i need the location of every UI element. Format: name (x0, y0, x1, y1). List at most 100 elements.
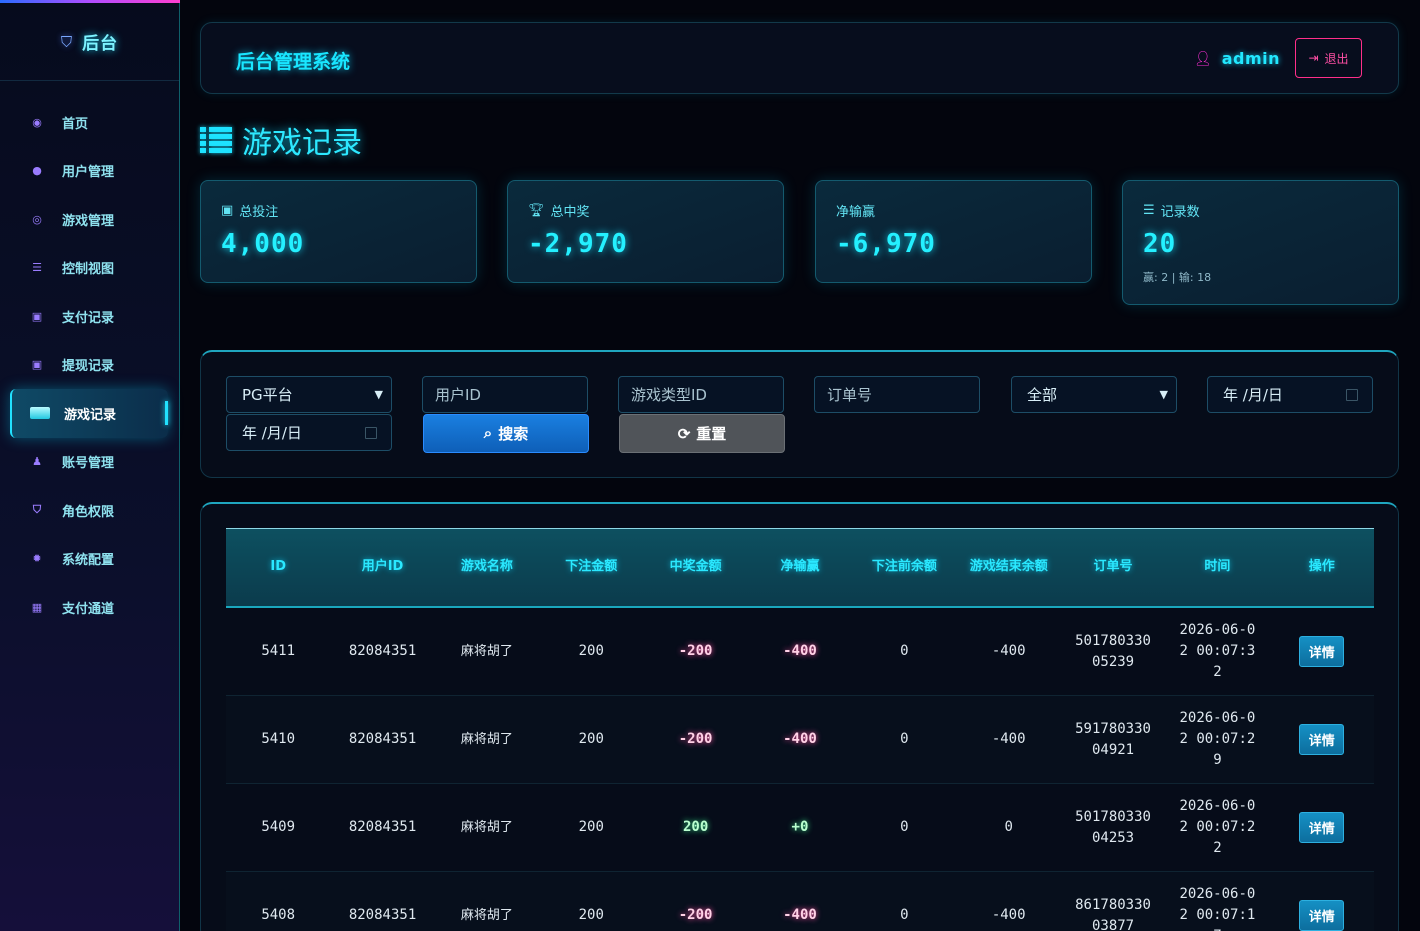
stat-win-loss: 赢: 2 | 输: 18 (1143, 271, 1212, 284)
table-row: 5410 82084351 麻将胡了 200 -200 -400 0 -400 … (226, 696, 1374, 784)
calendar-icon[interactable] (365, 427, 377, 439)
shield-icon: ⛉ (60, 32, 73, 51)
column-header: 游戏结束余额 (969, 559, 1048, 575)
stat-card-total-bet: ▣ 总投注 4,000 (200, 180, 477, 283)
sidebar-item-control[interactable]: ☰ 控制视图 (0, 244, 179, 293)
sidebar-item-games[interactable]: ◎ 游戏管理 (0, 195, 179, 244)
sidebar-item-roles[interactable]: ⛉ 角色权限 (0, 486, 179, 535)
cell-order: 59178033004921 (1061, 696, 1165, 783)
shield-icon: ⛉ (32, 503, 42, 517)
status-select[interactable]: 全部 ▼ (1011, 376, 1177, 413)
game-type-input[interactable]: 游戏类型ID (618, 376, 784, 413)
gamepad-icon: ◎ (32, 212, 42, 226)
money-icon: ▣ (221, 203, 234, 218)
cell-user-id: 82084351 (330, 872, 434, 931)
cell-user-id-text: 82084351 (348, 731, 417, 747)
sidebar-item-pay-channels[interactable]: ▦ 支付通道 (0, 583, 179, 632)
stat-card-net: 净输赢 -6,970 (815, 180, 1092, 283)
sidebar-item-label: 用户管理 (62, 165, 115, 181)
cell-net: +0 (791, 819, 809, 835)
stat-label: 净输赢 (836, 201, 875, 220)
users-icon: ● (32, 164, 42, 178)
sidebar-item-label: 支付记录 (62, 310, 115, 326)
calendar-icon[interactable] (1346, 389, 1358, 401)
cell-id: 5409 (261, 819, 296, 835)
sidebar-item-withdrawals[interactable]: ▣ 提现记录 (0, 341, 179, 390)
gear-icon: ✹ (32, 552, 42, 566)
cell-before: 0 (900, 643, 909, 659)
column-header: 时间 (1204, 559, 1231, 575)
user-name: admin (1221, 49, 1280, 68)
cell-order-text: 59178033004921 (1075, 720, 1151, 758)
table-row: 5408 82084351 麻将胡了 200 -200 -400 0 -400 … (226, 872, 1374, 931)
platform-select[interactable]: PG平台 ▼ (226, 376, 392, 413)
column-header: 下注前余额 (871, 559, 937, 575)
chevron-down-icon: ▼ (1159, 388, 1168, 401)
cell-bet: 200 (578, 907, 604, 923)
reset-button[interactable]: ⟳ 重置 (619, 414, 785, 453)
sidebar-item-game-records[interactable]: 游戏记录 (10, 389, 168, 438)
search-button[interactable]: ⌕ 搜索 (423, 414, 589, 453)
status-select-value: 全部 (1027, 386, 1058, 404)
sidebar-item-label: 系统配置 (62, 553, 115, 569)
brand[interactable]: ⛉ 后台 (0, 3, 179, 81)
cell-user-id: 82084351 (330, 696, 434, 783)
user-info: 👤︎ admin (1194, 49, 1280, 68)
column-header: 操作 (1308, 559, 1335, 575)
cell-after: -400 (991, 907, 1026, 923)
cell-game: 麻将胡了 (460, 819, 513, 835)
stat-label: ☰ 记录数 (1143, 201, 1200, 220)
cell-user-id-text: 82084351 (348, 643, 417, 659)
sidebar-item-payments[interactable]: ▣ 支付记录 (0, 292, 179, 341)
cell-order-text: 50178033004253 (1075, 808, 1151, 846)
stat-card-total-win: 🏆︎ 总中奖 -2,970 (507, 180, 784, 283)
column-header: 游戏名称 (460, 559, 513, 575)
date-start-input[interactable]: 年 /月/日 (1207, 376, 1373, 413)
detail-button[interactable]: 详情 (1299, 900, 1345, 931)
detail-button[interactable]: 详情 (1299, 812, 1345, 843)
money-icon: ▣ (31, 358, 43, 372)
column-header: 中奖金额 (669, 559, 722, 575)
column-header: ID (270, 559, 286, 575)
cell-order: 50178033005239 (1061, 608, 1165, 695)
list-icon (200, 127, 232, 153)
sidebar-item-label: 游戏记录 (64, 407, 117, 423)
cell-before: 0 (900, 907, 909, 923)
cell-user-id-text: 82084351 (348, 907, 417, 923)
sidebar-item-label: 提现记录 (62, 359, 115, 375)
cell-net: -400 (783, 643, 817, 659)
sidebar: ⛉ 后台 ◉ 首页 ● 用户管理 ◎ 游戏管理 ☰ 控制视图 ▣ 支付记录 ▣ … (0, 0, 180, 931)
list-icon (30, 407, 50, 420)
cell-before: 0 (900, 731, 909, 747)
date-end-input[interactable]: 年 /月/日 (226, 414, 392, 451)
cell-time-text: 2026-06-02 00:07:17 (1179, 886, 1256, 931)
cell-time-text: 2026-06-02 00:07:22 (1179, 798, 1256, 856)
user-icon: 👤︎ (1193, 50, 1212, 67)
system-title: 后台管理系统 (236, 51, 351, 73)
sidebar-item-settings[interactable]: ✹ 系统配置 (0, 535, 179, 584)
sidebar-item-accounts[interactable]: ♟ 账号管理 (0, 438, 179, 487)
order-number-input[interactable]: 订单号 (814, 376, 980, 413)
cell-win: 200 (682, 819, 709, 835)
search-icon: ⌕ (483, 425, 493, 442)
cell-game: 麻将胡了 (460, 731, 513, 747)
cell-net: -400 (783, 907, 817, 923)
cell-bet: 200 (578, 643, 604, 659)
cell-after: 0 (1004, 819, 1013, 835)
column-header: 用户ID (361, 559, 404, 575)
table-header: ID 用户ID 游戏名称 下注金额 中奖金额 净输赢 下注前余额 游戏结束余额 … (226, 528, 1374, 608)
cell-before: 0 (900, 819, 909, 835)
detail-button[interactable]: 详情 (1299, 724, 1345, 755)
stat-label-text: 总中奖 (550, 205, 590, 220)
stat-label-text: 总投注 (239, 205, 279, 220)
detail-button[interactable]: 详情 (1299, 636, 1345, 667)
stat-label: ▣ 总投注 (221, 201, 278, 220)
sidebar-item-home[interactable]: ◉ 首页 (0, 98, 179, 147)
sidebar-item-label: 游戏管理 (62, 213, 115, 229)
sidebar-item-users[interactable]: ● 用户管理 (0, 147, 179, 196)
user-id-input[interactable]: 用户ID (422, 376, 588, 413)
stat-label: 🏆︎ 总中奖 (528, 201, 590, 220)
cell-after: -400 (991, 643, 1026, 659)
reset-button-label: 重置 (696, 426, 727, 443)
logout-button[interactable]: ⇥ 退出 (1295, 38, 1362, 78)
